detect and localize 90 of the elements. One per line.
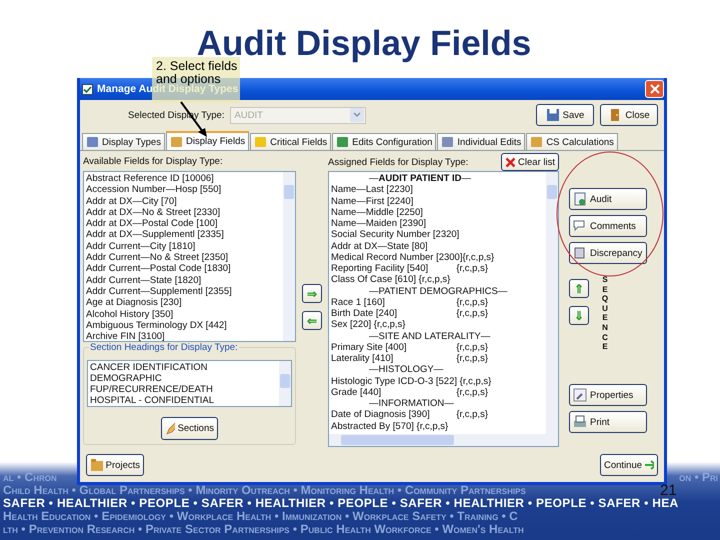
printer-icon	[573, 415, 587, 429]
tab[interactable]: Display Types	[82, 133, 165, 150]
list-item[interactable]: Reporting Facility [540] {r,c,p,s}	[331, 263, 544, 274]
list-item[interactable]: —AUDIT PATIENT ID—	[331, 173, 544, 184]
list-item[interactable]: Birth Date [240] {r,c,p,s}	[331, 308, 544, 320]
tab-icon	[441, 136, 454, 148]
banner-text: al • Chron	[3, 471, 57, 484]
list-item[interactable]: Name—First [2240]	[331, 196, 544, 207]
list-item[interactable]: Addr at DX—Supplementl [2335]	[86, 229, 281, 241]
list-item[interactable]: —PATIENT DEMOGRAPHICS—	[331, 286, 544, 297]
list-item[interactable]: Addr Current—No & Street [2350]	[86, 252, 281, 264]
list-item[interactable]: DEMOGRAPHIC	[90, 373, 277, 384]
list-item[interactable]: —HISTOLOGY—	[331, 364, 544, 376]
scrollbar[interactable]	[546, 172, 558, 446]
tab-icon	[336, 136, 350, 148]
list-item[interactable]: Histologic Type ICD-O-3 [522] {r,c,p,s}	[331, 376, 544, 387]
tab[interactable]: Individual Edits	[437, 133, 526, 150]
list-item[interactable]: Addr Current—Supplementl [2355]	[86, 286, 281, 298]
list-label: Assigned Fields for Display Type:	[328, 156, 468, 168]
list-item[interactable]: Abstract Reference ID [10006]	[86, 173, 281, 184]
list-item[interactable]: Addr Current—State [1820]	[86, 274, 281, 286]
banner-text: Health Education • Epidemiology • Workplace Health • Immunization • Workplace Safety • Training • C	[3, 509, 518, 523]
folder-icon	[90, 458, 103, 472]
list-item[interactable]: Sex [220] {r,c,p,s}	[331, 319, 544, 330]
page-number: 21	[660, 483, 677, 498]
banner-text: lth • Prevention Research • Private Sector Partnerships • Public Health Workforce • Women's Health	[3, 522, 524, 536]
list-item[interactable]: Date of Diagnosis [390] {r,c,p,s}	[331, 409, 544, 420]
speech-bubble-icon	[573, 219, 587, 233]
x-icon	[505, 156, 516, 168]
list-item[interactable]: Addr at DX—Postal Code [100]	[86, 218, 281, 230]
pencil-icon	[165, 422, 175, 436]
tab[interactable]: Display Fields	[166, 131, 250, 150]
close-button[interactable]	[645, 80, 664, 98]
list-item[interactable]: Laterality [410] {r,c,p,s}	[331, 353, 544, 364]
scrollbar[interactable]	[329, 434, 546, 446]
clear-list-button[interactable]: Clear list	[501, 153, 559, 171]
tab[interactable]: Edits Configuration	[332, 133, 436, 150]
list-label: Available Fields for Display Type:	[83, 155, 224, 169]
list-item[interactable]: Social Security Number [2320]	[331, 229, 544, 240]
print-button[interactable]: Print	[569, 411, 647, 433]
arrow-right-icon	[645, 460, 654, 470]
sections-button[interactable]: Sections	[161, 417, 218, 440]
projects-button[interactable]: Projects	[86, 454, 144, 476]
list-item[interactable]: Name—Last [2230]	[331, 184, 544, 196]
list-item[interactable]: —SITE AND LATERALITY—	[331, 330, 544, 342]
list-item[interactable]: —INFORMATION—	[331, 398, 544, 410]
tab-icon	[254, 136, 268, 148]
sequence-label: SEQUENCE	[601, 275, 609, 354]
close-button[interactable]: Close	[600, 104, 658, 126]
tab-icon	[170, 136, 183, 148]
tab[interactable]: Critical Fields	[250, 133, 332, 150]
list-item[interactable]: Addr Current—Postal Code [1830]	[86, 263, 281, 275]
properties-button[interactable]: Properties	[569, 384, 647, 406]
checkbox-icon	[82, 84, 93, 94]
tab-icon	[86, 136, 99, 148]
list-item[interactable]: Addr at DX—No & Street [2330]	[86, 206, 281, 218]
discrepancy-button[interactable]: Discrepancy	[569, 242, 647, 264]
tab[interactable]: CS Calculations	[526, 133, 618, 150]
list-item[interactable]: HOSPITAL - CONFIDENTIAL	[90, 395, 277, 406]
audit-button[interactable]: Audit	[569, 188, 647, 210]
tab-icon	[530, 136, 544, 148]
list-item[interactable]: Race 1 [160] {r,c,p,s}	[331, 296, 544, 308]
comments-button[interactable]: Comments	[569, 215, 647, 237]
list-item[interactable]: Grade [440] {r,c,p,s}	[331, 386, 544, 398]
group-label: Section Headings for Display Type:	[89, 342, 239, 353]
list-item[interactable]: Accession Number—Hosp [550]	[86, 184, 281, 196]
list-item[interactable]: Name—Middle [2250]	[331, 206, 544, 218]
continue-button[interactable]: Continue	[600, 454, 658, 476]
list-item[interactable]: Alcohol History [350]	[86, 308, 281, 320]
save-button[interactable]: Save	[536, 104, 594, 126]
list-item[interactable]: Name—Maiden [2390]	[331, 218, 544, 230]
banner-text: Child Health • Global Partnerships • Minority Outreach • Monitoring Health • Community Partnerships	[3, 483, 526, 497]
list-item[interactable]: Ambiguous Terminology DX [442]	[86, 320, 281, 332]
list-item[interactable]: FUP/RECURRENCE/DEATH	[90, 384, 277, 395]
list-item[interactable]: Addr at DX—City [70]	[86, 196, 281, 207]
page-icon	[573, 192, 587, 206]
list-item[interactable]: Primary Site [400] {r,c,p,s}	[331, 342, 544, 353]
list-item[interactable]: Addr at DX—State [80]	[331, 240, 544, 252]
list-item[interactable]: Archive FIN [3100]	[86, 331, 281, 341]
list-item[interactable]: Class Of Case [610] {r,c,p,s}	[331, 274, 544, 286]
banner-text: SAFER • HEALTHIER • PEOPLE • SAFER • HEALTHIER • PEOPLE • SAFER • HEALTHIER • PEOPLE • SAFER • HEA	[3, 496, 678, 510]
close-icon	[650, 84, 660, 94]
list-item[interactable]: CANCER IDENTIFICATION	[90, 362, 277, 373]
list-item[interactable]: Age at Diagnosis [230]	[86, 297, 281, 309]
list-item[interactable]: Abstracted By [570] {r,c,p,s}	[331, 420, 544, 432]
list-item[interactable]: Addr Current—City [1810]	[86, 240, 281, 252]
scrollbar[interactable]	[283, 172, 295, 341]
list-item[interactable]: Medical Record Number [2300]{r,c,p,s}	[331, 252, 544, 263]
scrollbar[interactable]	[279, 361, 291, 406]
banner-text: on • Pri	[679, 471, 718, 484]
